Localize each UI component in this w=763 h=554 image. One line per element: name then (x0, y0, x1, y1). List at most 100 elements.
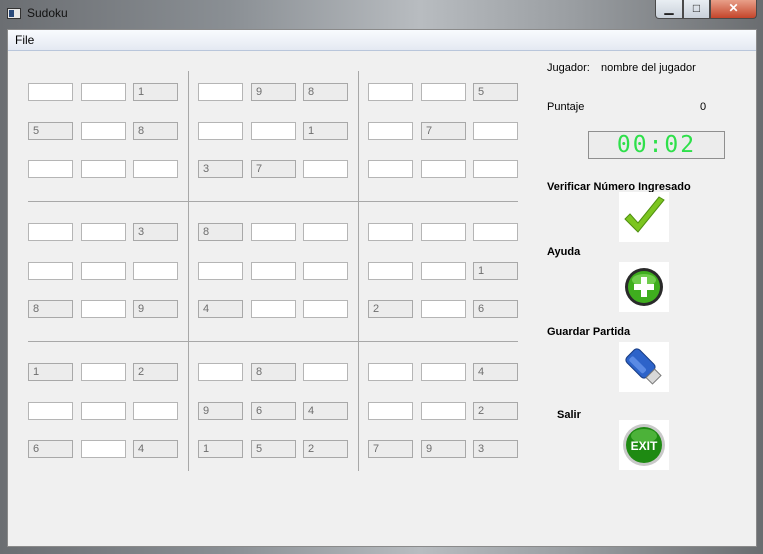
sudoku-cell: 4 (133, 440, 178, 458)
sudoku-cell: 6 (473, 300, 518, 318)
app-icon (7, 8, 21, 19)
menu-bar: File (8, 30, 756, 51)
sudoku-cell: 3 (198, 160, 243, 178)
sudoku-cell: 5 (251, 440, 296, 458)
sudoku-cell: 1 (473, 262, 518, 280)
sudoku-cell[interactable] (81, 223, 126, 241)
sudoku-cell[interactable] (198, 122, 243, 140)
sudoku-cell[interactable] (133, 262, 178, 280)
sudoku-cell[interactable] (421, 223, 466, 241)
sudoku-cell: 7 (421, 122, 466, 140)
player-name: nombre del jugador (601, 62, 696, 74)
help-button[interactable] (619, 262, 669, 312)
sudoku-cell: 3 (473, 440, 518, 458)
timer-display: 00:02 (588, 131, 725, 159)
sudoku-cell[interactable] (251, 122, 296, 140)
window-title: Sudoku (27, 6, 68, 20)
sudoku-cell: 2 (133, 363, 178, 381)
client-area: File 1985581737381894261284964264152793 … (7, 29, 757, 547)
sudoku-cell: 8 (198, 223, 243, 241)
sudoku-cell[interactable] (28, 223, 73, 241)
block-divider-vertical-1 (188, 71, 189, 471)
sudoku-cell[interactable] (303, 363, 348, 381)
sudoku-cell[interactable] (421, 262, 466, 280)
sudoku-cell[interactable] (28, 83, 73, 101)
title-bar[interactable]: Sudoku ▁ □ ✕ (0, 0, 763, 28)
sudoku-cell[interactable] (251, 262, 296, 280)
score-label: Puntaje (547, 101, 585, 113)
verify-button[interactable] (619, 192, 669, 242)
sudoku-cell[interactable] (28, 160, 73, 178)
sudoku-cell: 8 (133, 122, 178, 140)
sudoku-cell: 5 (473, 83, 518, 101)
sudoku-cell: 2 (368, 300, 413, 318)
sudoku-cell[interactable] (198, 262, 243, 280)
sudoku-cell[interactable] (421, 402, 466, 420)
block-divider-horizontal-1 (28, 201, 518, 202)
sudoku-cell: 1 (303, 122, 348, 140)
sudoku-cell[interactable] (368, 122, 413, 140)
sudoku-cell[interactable] (28, 402, 73, 420)
sudoku-cell[interactable] (81, 262, 126, 280)
sudoku-cell[interactable] (368, 262, 413, 280)
sudoku-cell: 8 (303, 83, 348, 101)
sudoku-cell[interactable] (303, 160, 348, 178)
sudoku-cell[interactable] (368, 160, 413, 178)
exit-icon: EXIT (623, 424, 665, 466)
sudoku-cell: 9 (421, 440, 466, 458)
sudoku-cell[interactable] (421, 300, 466, 318)
maximize-button[interactable]: □ (683, 0, 710, 19)
sudoku-cell[interactable] (81, 300, 126, 318)
exit-icon-text: EXIT (631, 439, 658, 453)
sudoku-cell[interactable] (368, 223, 413, 241)
sudoku-cell[interactable] (198, 363, 243, 381)
sudoku-cell[interactable] (251, 300, 296, 318)
minimize-button[interactable]: ▁ (655, 0, 683, 19)
sudoku-cell: 6 (251, 402, 296, 420)
sudoku-cell: 1 (28, 363, 73, 381)
sudoku-cell[interactable] (473, 160, 518, 178)
sudoku-cell: 1 (133, 83, 178, 101)
block-divider-vertical-2 (358, 71, 359, 471)
player-label: Jugador: (547, 62, 590, 74)
sudoku-cell[interactable] (303, 223, 348, 241)
sudoku-cell[interactable] (473, 122, 518, 140)
sudoku-cell: 9 (198, 402, 243, 420)
sudoku-cell[interactable] (303, 300, 348, 318)
sudoku-cell: 2 (473, 402, 518, 420)
sudoku-cell: 1 (198, 440, 243, 458)
sudoku-cell: 5 (28, 122, 73, 140)
usb-drive-icon (625, 348, 662, 385)
sudoku-cell[interactable] (421, 363, 466, 381)
exit-button[interactable]: EXIT (619, 420, 669, 470)
sudoku-cell[interactable] (421, 160, 466, 178)
sudoku-cell[interactable] (303, 262, 348, 280)
sudoku-cell[interactable] (368, 363, 413, 381)
sudoku-cell[interactable] (81, 83, 126, 101)
sudoku-cell[interactable] (133, 160, 178, 178)
sudoku-cell: 6 (28, 440, 73, 458)
sudoku-cell[interactable] (421, 83, 466, 101)
sudoku-cell[interactable] (81, 402, 126, 420)
sudoku-cell[interactable] (81, 363, 126, 381)
sudoku-cell[interactable] (28, 262, 73, 280)
sudoku-cell: 9 (251, 83, 296, 101)
sudoku-cell[interactable] (198, 83, 243, 101)
help-label: Ayuda (547, 246, 581, 258)
sudoku-cell[interactable] (81, 160, 126, 178)
score-value: 0 (700, 101, 707, 113)
save-button[interactable] (619, 342, 669, 392)
sudoku-cell[interactable] (368, 402, 413, 420)
checkmark-icon (624, 196, 665, 233)
exit-label: Salir (557, 409, 581, 421)
close-button[interactable]: ✕ (710, 0, 757, 19)
sudoku-cell[interactable] (368, 83, 413, 101)
sudoku-cell[interactable] (133, 402, 178, 420)
sudoku-cell: 8 (28, 300, 73, 318)
sudoku-cell[interactable] (251, 223, 296, 241)
menu-file[interactable]: File (15, 33, 34, 47)
save-label: Guardar Partida (547, 326, 631, 338)
sudoku-cell[interactable] (81, 440, 126, 458)
sudoku-cell[interactable] (81, 122, 126, 140)
sudoku-cell[interactable] (473, 223, 518, 241)
